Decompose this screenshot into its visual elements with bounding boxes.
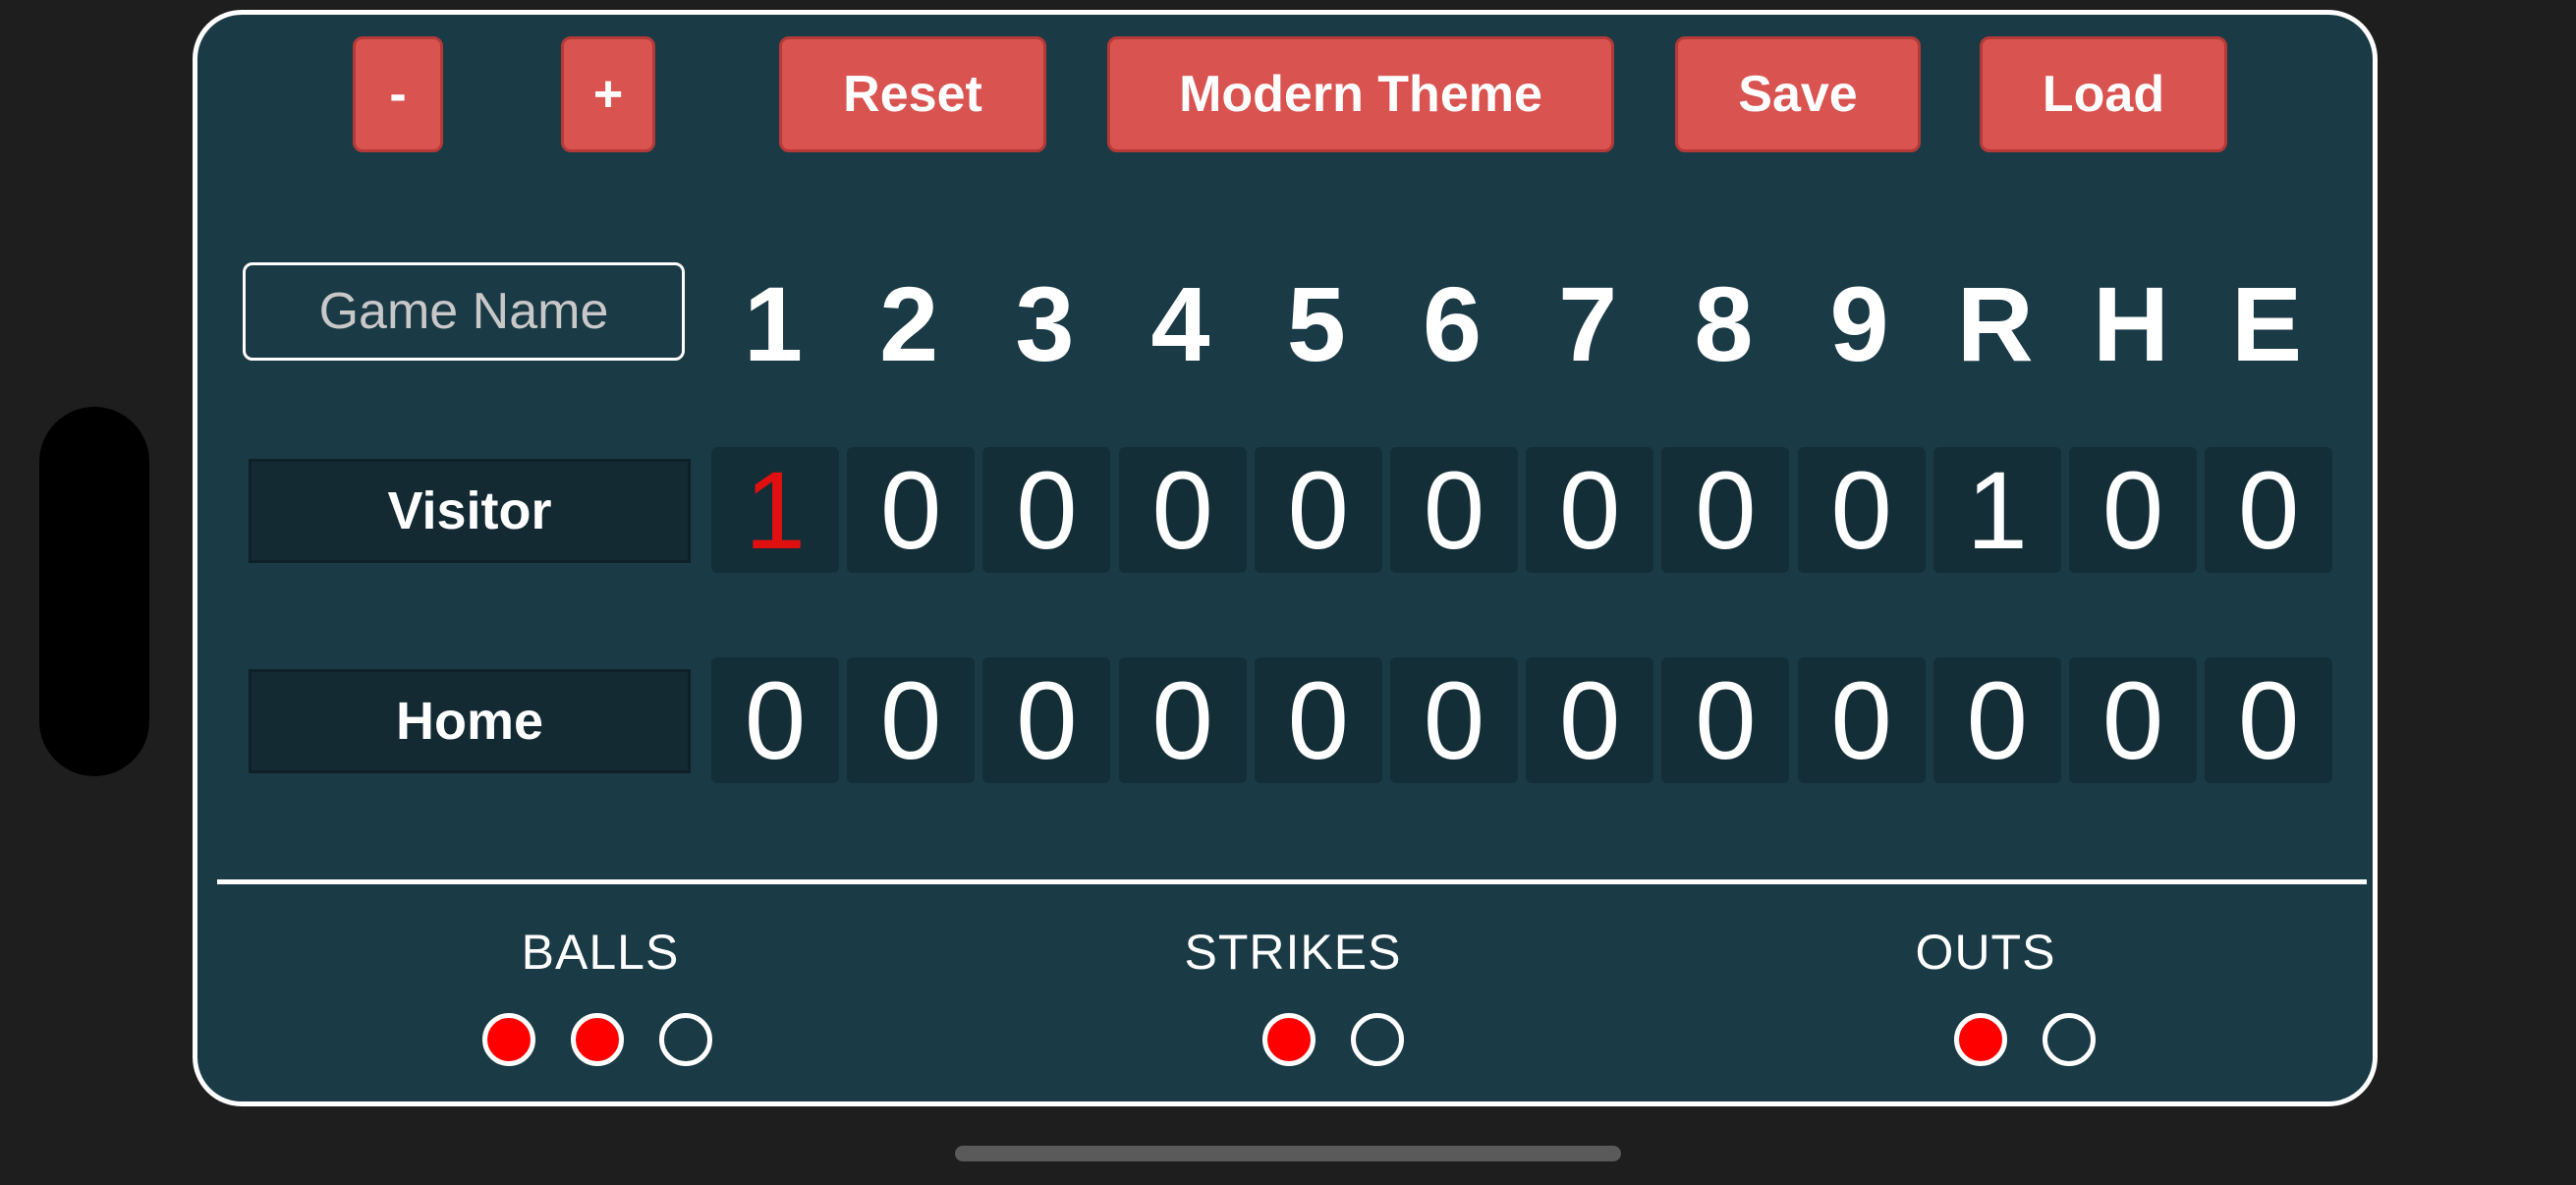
balls-label: BALLS — [521, 925, 680, 980]
outs-indicator-2[interactable] — [2043, 1013, 2096, 1066]
home-score-6[interactable]: 0 — [1390, 657, 1518, 783]
visitor-score-1[interactable]: 1 — [711, 447, 839, 573]
balls-indicator-2[interactable] — [571, 1013, 624, 1066]
device-notch — [39, 407, 149, 776]
home-team-label[interactable]: Home — [249, 669, 691, 773]
column-header-8: 8 — [1694, 263, 1754, 383]
home-score-r[interactable]: 0 — [1932, 657, 2061, 783]
home-score-9[interactable]: 0 — [1797, 657, 1926, 783]
column-header-7: 7 — [1558, 263, 1618, 383]
theme-button[interactable]: Modern Theme — [1107, 36, 1614, 152]
load-button[interactable]: Load — [1980, 36, 2227, 152]
column-header-9: 9 — [1829, 263, 1889, 383]
home-score-8[interactable]: 0 — [1661, 657, 1790, 783]
column-header-1: 1 — [743, 263, 804, 383]
visitor-score-4[interactable]: 0 — [1118, 447, 1247, 573]
column-header-r: R — [1956, 263, 2034, 383]
strikes-label: STRIKES — [1184, 925, 1402, 980]
balls-indicator-1[interactable] — [482, 1013, 535, 1066]
home-score-1[interactable]: 0 — [711, 657, 839, 783]
home-score-4[interactable]: 0 — [1118, 657, 1247, 783]
increment-button[interactable]: + — [561, 36, 655, 152]
column-header-4: 4 — [1150, 263, 1210, 383]
visitor-score-e[interactable]: 0 — [2205, 447, 2333, 573]
column-header-h: H — [2093, 263, 2169, 383]
visitor-score-9[interactable]: 0 — [1797, 447, 1926, 573]
column-header-e: E — [2231, 263, 2303, 383]
outs-label: OUTS — [1915, 925, 2056, 980]
strikes-indicator-2[interactable] — [1351, 1013, 1404, 1066]
outs-indicator-1[interactable] — [1954, 1013, 2007, 1066]
visitor-score-7[interactable]: 0 — [1526, 447, 1654, 573]
visitor-team-label[interactable]: Visitor — [249, 459, 691, 563]
home-score-2[interactable]: 0 — [847, 657, 976, 783]
visitor-score-8[interactable]: 0 — [1661, 447, 1790, 573]
divider — [217, 879, 2367, 884]
visitor-score-h[interactable]: 0 — [2069, 447, 2197, 573]
home-score-h[interactable]: 0 — [2069, 657, 2197, 783]
game-name-input[interactable] — [243, 262, 685, 361]
visitor-score-2[interactable]: 0 — [847, 447, 976, 573]
home-score-5[interactable]: 0 — [1254, 657, 1382, 783]
scoreboard: - + Reset Modern Theme Save Load 1234567… — [193, 10, 2378, 1106]
visitor-score-r[interactable]: 1 — [1932, 447, 2061, 573]
save-button[interactable]: Save — [1675, 36, 1921, 152]
visitor-score-5[interactable]: 0 — [1254, 447, 1382, 573]
column-header-2: 2 — [879, 263, 939, 383]
strikes-indicator-1[interactable] — [1262, 1013, 1316, 1066]
balls-indicator-3[interactable] — [659, 1013, 712, 1066]
reset-button[interactable]: Reset — [779, 36, 1046, 152]
home-score-e[interactable]: 0 — [2205, 657, 2333, 783]
column-header-6: 6 — [1422, 263, 1483, 383]
decrement-button[interactable]: - — [353, 36, 443, 152]
visitor-score-3[interactable]: 0 — [982, 447, 1111, 573]
home-score-3[interactable]: 0 — [982, 657, 1111, 783]
home-score-7[interactable]: 0 — [1526, 657, 1654, 783]
visitor-score-6[interactable]: 0 — [1390, 447, 1518, 573]
column-header-3: 3 — [1015, 263, 1075, 383]
home-indicator — [955, 1146, 1621, 1161]
column-header-5: 5 — [1286, 263, 1346, 383]
